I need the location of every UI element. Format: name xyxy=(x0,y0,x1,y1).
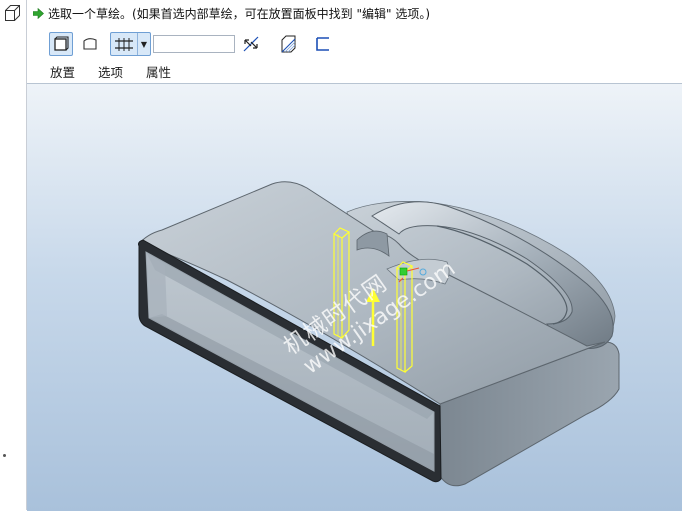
depth-dropdown-arrow[interactable]: ▼ xyxy=(138,33,150,55)
thicken-icon xyxy=(316,37,329,51)
blind-depth-icon xyxy=(115,38,133,51)
tab-options[interactable]: 选项 xyxy=(98,62,123,81)
depth-value-input[interactable] xyxy=(153,35,235,53)
message-prompt: 选取一个草绘。(如果首选内部草绘，可在放置面板中找到 "编辑" 选项。) xyxy=(33,5,430,21)
depth-option-split-button[interactable]: ▼ xyxy=(110,32,151,56)
sash-dot xyxy=(3,454,6,457)
remove-material-button[interactable] xyxy=(275,32,299,56)
remove-material-icon xyxy=(281,35,296,53)
extrude-dashboard: 选取一个草绘。(如果首选内部草绘，可在放置面板中找到 "编辑" 选项。) ▼ 放… xyxy=(27,0,682,82)
tab-placement[interactable]: 放置 xyxy=(50,62,75,81)
surface-button[interactable] xyxy=(78,32,102,56)
thicken-sketch-button[interactable] xyxy=(311,32,335,56)
flip-direction-icon xyxy=(243,36,259,52)
tab-properties[interactable]: 属性 xyxy=(146,62,171,81)
prompt-text: 选取一个草绘。(如果首选内部草绘，可在放置面板中找到 "编辑" 选项。) xyxy=(48,6,431,21)
flip-direction-button[interactable] xyxy=(239,32,263,56)
solid-button[interactable] xyxy=(49,32,73,56)
graphics-viewport[interactable]: 机械时代网 www.jixage.com xyxy=(27,83,682,511)
green-arrow-icon xyxy=(33,7,44,19)
surface-icon xyxy=(83,38,97,50)
extrude-feature-icon[interactable] xyxy=(4,4,22,22)
solid-icon xyxy=(54,36,69,51)
left-tool-strip xyxy=(0,0,27,510)
blind-depth-button[interactable] xyxy=(111,33,138,55)
